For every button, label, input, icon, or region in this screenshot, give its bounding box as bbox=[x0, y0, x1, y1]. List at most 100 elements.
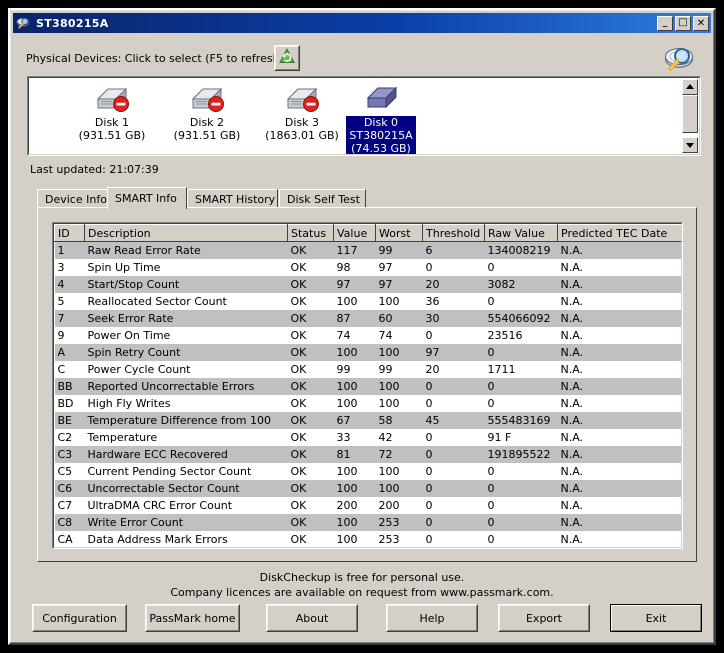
smart-attributes-table-inner[interactable]: ID Description Status Value Worst Thresh… bbox=[53, 223, 682, 548]
cell-description: Reported Uncorrectable Errors bbox=[84, 377, 288, 395]
cell-value: 100 bbox=[333, 394, 376, 412]
cell-worst: 100 bbox=[375, 343, 423, 361]
column-header-worst[interactable]: Worst bbox=[375, 224, 423, 242]
cell-predicted-tec-date: N.A. bbox=[557, 479, 681, 497]
cell-raw-value: 91 F bbox=[484, 428, 558, 446]
table-row[interactable]: C5 Current Pending Sector Count OK 100 100 0 0… bbox=[54, 462, 681, 480]
title-bar[interactable]: ST380215A _ □ ✕ bbox=[13, 13, 711, 33]
cell-threshold: 0 bbox=[422, 394, 485, 412]
cell-worst: 97 bbox=[375, 275, 423, 293]
device-item-disk-1[interactable]: Disk 1 (931.51 GB) bbox=[62, 82, 162, 142]
cell-status: OK bbox=[287, 275, 334, 293]
cell-status: OK bbox=[287, 241, 334, 259]
cell-value: 99 bbox=[333, 360, 376, 378]
footer-line-2: Company licences are available on reques… bbox=[170, 586, 554, 599]
cell-raw-value: 0 bbox=[484, 343, 558, 361]
close-icon: ✕ bbox=[696, 17, 706, 29]
column-header-threshold[interactable]: Threshold bbox=[422, 224, 485, 242]
table-row[interactable]: C8 Write Error Count OK 100 253 0 0 N.A. bbox=[54, 513, 681, 531]
tab-smart-info[interactable]: SMART Info bbox=[107, 187, 187, 209]
configuration-button[interactable]: Configuration bbox=[32, 604, 127, 632]
cell-value: 200 bbox=[333, 496, 376, 514]
cell-predicted-tec-date: N.A. bbox=[557, 326, 681, 344]
cell-raw-value: 0 bbox=[484, 377, 558, 395]
cell-status: OK bbox=[287, 411, 334, 429]
device-item-disk-0[interactable]: Disk 0 ST380215A (74.53 GB) bbox=[331, 82, 431, 154]
scroll-up-arrow-icon[interactable] bbox=[682, 79, 698, 95]
cell-id: C2 bbox=[54, 428, 85, 446]
minimize-button[interactable]: _ bbox=[657, 15, 673, 31]
cell-id: C3 bbox=[54, 445, 85, 463]
device-name: Disk 3 bbox=[284, 116, 320, 129]
tab-content-panel: ID Description Status Value Worst Thresh… bbox=[37, 207, 697, 562]
table-row[interactable]: C6 Uncorrectable Sector Count OK 100 100 0 0 N.… bbox=[54, 479, 681, 497]
cell-raw-value: 0 bbox=[484, 394, 558, 412]
table-row[interactable]: A Spin Retry Count OK 100 100 97 0 N.A. bbox=[54, 343, 681, 361]
table-row[interactable]: 4 Start/Stop Count OK 97 97 20 3082 N.A. bbox=[54, 275, 681, 293]
tab-device-info[interactable]: Device Info bbox=[37, 189, 109, 208]
table-row[interactable]: BB Reported Uncorrectable Errors OK 100 100 0… bbox=[54, 377, 681, 395]
export-button[interactable]: Export bbox=[498, 604, 590, 632]
physical-devices-list[interactable]: Disk 1 (931.51 GB) Disk 2 (931.51 GB) Di… bbox=[28, 77, 700, 155]
table-row[interactable]: C7 UltraDMA CRC Error Count OK 200 200 0 0 N.A. bbox=[54, 496, 681, 514]
table-row[interactable]: C2 Temperature OK 33 42 0 91 F N.A. bbox=[54, 428, 681, 446]
table-header-row: ID Description Status Value Worst Thresh… bbox=[54, 224, 681, 242]
table-row[interactable]: 3 Spin Up Time OK 98 97 0 0 N.A. bbox=[54, 258, 681, 276]
cell-worst: 100 bbox=[375, 462, 423, 480]
about-button[interactable]: About bbox=[266, 604, 358, 632]
tab-disk-self-test[interactable]: Disk Self Test bbox=[279, 189, 366, 208]
cell-threshold: 30 bbox=[422, 309, 485, 327]
cell-predicted-tec-date: N.A. bbox=[557, 462, 681, 480]
table-row[interactable]: CA Data Address Mark Errors OK 100 253 0 0 N.A. bbox=[54, 530, 681, 547]
cell-value: 98 bbox=[333, 258, 376, 276]
table-row[interactable]: 9 Power On Time OK 74 74 0 23516 N.A. bbox=[54, 326, 681, 344]
cell-threshold: 97 bbox=[422, 343, 485, 361]
column-header-raw-value[interactable]: Raw Value bbox=[484, 224, 558, 242]
cell-status: OK bbox=[287, 394, 334, 412]
cell-raw-value: 0 bbox=[484, 292, 558, 310]
cell-value: 100 bbox=[333, 530, 376, 547]
device-name: Disk 0 bbox=[363, 116, 399, 129]
device-item-disk-2[interactable]: Disk 2 (931.51 GB) bbox=[157, 82, 257, 142]
refresh-button[interactable] bbox=[274, 45, 300, 71]
cell-description: High Fly Writes bbox=[84, 394, 288, 412]
column-header-description[interactable]: Description bbox=[84, 224, 288, 242]
column-header-id[interactable]: ID bbox=[54, 224, 85, 242]
table-row[interactable]: 1 Raw Read Error Rate OK 117 99 6 134008219 N.A… bbox=[54, 241, 681, 259]
cell-worst: 100 bbox=[375, 377, 423, 395]
tab-smart-history[interactable]: SMART History bbox=[187, 189, 278, 208]
application-window: ST380215A _ □ ✕ Physical Devices: Click … bbox=[8, 8, 716, 645]
device-panel-scrollbar[interactable] bbox=[682, 79, 698, 153]
cell-value: 100 bbox=[333, 513, 376, 531]
table-row[interactable]: 7 Seek Error Rate OK 87 60 30 554066092 N.A. bbox=[54, 309, 681, 327]
cell-threshold: 0 bbox=[422, 462, 485, 480]
tab-label: SMART History bbox=[195, 192, 276, 206]
maximize-button[interactable]: □ bbox=[675, 15, 691, 31]
table-row[interactable]: C3 Hardware ECC Recovered OK 81 72 0 191895522… bbox=[54, 445, 681, 463]
help-button[interactable]: Help bbox=[386, 604, 478, 632]
passmark-home-button[interactable]: PassMark home bbox=[145, 604, 240, 632]
chevron-down-icon bbox=[686, 143, 694, 148]
column-header-status[interactable]: Status bbox=[287, 224, 334, 242]
cell-worst: 42 bbox=[375, 428, 423, 446]
table-row[interactable]: BE Temperature Difference from 100 OK 67 58 4… bbox=[54, 411, 681, 429]
cell-value: 100 bbox=[333, 479, 376, 497]
cell-threshold: 0 bbox=[422, 530, 485, 547]
cell-threshold: 36 bbox=[422, 292, 485, 310]
table-row[interactable]: C Power Cycle Count OK 99 99 20 1711 N.A. bbox=[54, 360, 681, 378]
table-row[interactable]: BD High Fly Writes OK 100 100 0 0 N.A. bbox=[54, 394, 681, 412]
close-button[interactable]: ✕ bbox=[693, 15, 709, 31]
scroll-down-arrow-icon[interactable] bbox=[682, 137, 698, 153]
column-header-value[interactable]: Value bbox=[333, 224, 376, 242]
refresh-recycle-icon bbox=[278, 47, 296, 69]
cell-description: Uncorrectable Sector Count bbox=[84, 479, 288, 497]
cell-id: BD bbox=[54, 394, 85, 412]
scrollbar-thumb[interactable] bbox=[682, 95, 698, 133]
scrollbar-track[interactable] bbox=[682, 95, 698, 137]
smart-attributes-table-container: ID Description Status Value Worst Thresh… bbox=[52, 222, 683, 549]
column-header-predicted-tec-date[interactable]: Predicted TEC Date bbox=[557, 224, 681, 242]
table-row[interactable]: 5 Reallocated Sector Count OK 100 100 36 0 N.A. bbox=[54, 292, 681, 310]
exit-button[interactable]: Exit bbox=[610, 604, 702, 632]
cell-worst: 253 bbox=[375, 513, 423, 531]
window-title: ST380215A bbox=[36, 16, 109, 30]
